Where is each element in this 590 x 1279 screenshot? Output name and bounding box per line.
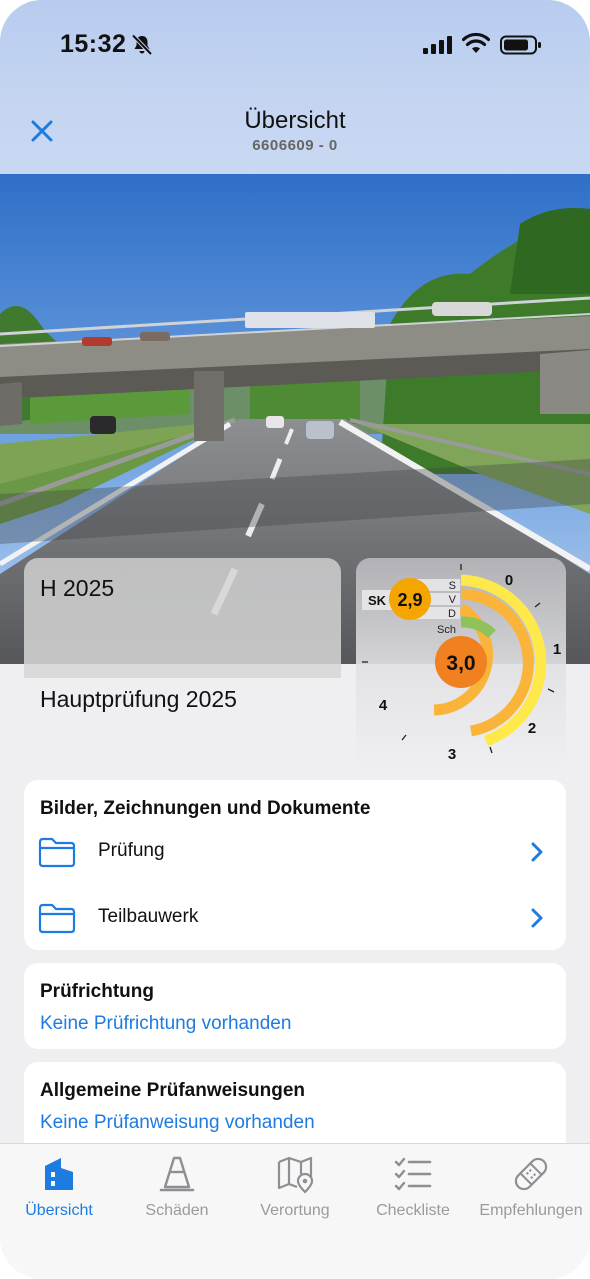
bandage-icon bbox=[514, 1157, 548, 1191]
pruefanweisungen-link[interactable]: Keine Prüfanweisung vorhanden bbox=[40, 1112, 315, 1134]
scale-3: 3 bbox=[448, 746, 456, 763]
ring-label-sch: Sch bbox=[437, 624, 456, 636]
tab-checkliste[interactable]: Checkliste bbox=[354, 1154, 472, 1234]
tab-label: Schäden bbox=[145, 1202, 209, 1219]
battery-icon bbox=[500, 35, 541, 55]
folder-label-pruefung: Prüfung bbox=[98, 840, 165, 861]
tab-label: Empfehlungen bbox=[479, 1202, 583, 1219]
tab-label: Checkliste bbox=[376, 1202, 450, 1219]
documents-title: Bilder, Zeichnungen und Dokumente bbox=[40, 798, 371, 819]
tab-uebersicht[interactable]: Übersicht bbox=[0, 1154, 118, 1234]
tab-bar: Übersicht Schäden Verortung Checkliste E… bbox=[0, 1143, 590, 1279]
ring-label-v: V bbox=[449, 594, 457, 606]
scale-2: 2 bbox=[528, 720, 536, 737]
inspection-card[interactable]: H 2025 Hauptprüfung 2025 bbox=[24, 558, 341, 768]
tab-label: Verortung bbox=[260, 1202, 330, 1219]
scale-4: 4 bbox=[379, 697, 388, 714]
chevron-right-icon bbox=[531, 908, 543, 928]
condition-gauge-card[interactable]: S V D Sch 0 1 2 3 4 SK 2,9 3,0 bbox=[356, 558, 566, 768]
inspection-header: H 2025 bbox=[24, 558, 341, 678]
checklist-icon bbox=[394, 1157, 432, 1191]
pruefrichtung-title: Prüfrichtung bbox=[40, 981, 154, 1002]
ring-label-d: D bbox=[448, 608, 456, 620]
chevron-right-icon bbox=[531, 842, 543, 862]
traffic-cone-icon bbox=[159, 1156, 195, 1192]
folder-icon bbox=[38, 903, 76, 934]
inspection-name: Hauptprüfung 2025 bbox=[40, 686, 237, 712]
scale-0: 0 bbox=[505, 572, 513, 589]
wifi-icon bbox=[462, 32, 490, 53]
app-screen: 15:32 Übersicht 6606609 - 0 H 2025 Haupt… bbox=[0, 0, 590, 1279]
folder-label-teilbauwerk: Teilbauwerk bbox=[98, 906, 199, 927]
page-title: Übersicht bbox=[244, 107, 346, 134]
map-pin-icon bbox=[277, 1156, 314, 1194]
documents-section: Bilder, Zeichnungen und Dokumente Prüfun… bbox=[24, 780, 566, 950]
sk-value: 2,9 bbox=[397, 590, 422, 610]
ring-label-s: S bbox=[449, 580, 456, 592]
inspection-code: H 2025 bbox=[40, 575, 115, 601]
pruefrichtung-section: Prüfrichtung Keine Prüfrichtung vorhande… bbox=[24, 963, 566, 1049]
main-score-value: 3,0 bbox=[446, 652, 475, 675]
tab-empfehlungen[interactable]: Empfehlungen bbox=[472, 1154, 590, 1234]
pruefrichtung-link[interactable]: Keine Prüfrichtung vorhanden bbox=[40, 1013, 291, 1035]
scale-1: 1 bbox=[553, 641, 561, 658]
folder-icon bbox=[38, 837, 76, 868]
bell-muted-icon bbox=[131, 34, 153, 56]
building-icon bbox=[45, 1158, 73, 1190]
nav-header: 15:32 Übersicht 6606609 - 0 bbox=[0, 0, 590, 174]
sk-label: SK bbox=[368, 593, 387, 608]
pruefanweisungen-title: Allgemeine Prüfanweisungen bbox=[40, 1080, 305, 1101]
tab-verortung[interactable]: Verortung bbox=[236, 1154, 354, 1234]
tab-label: Übersicht bbox=[25, 1202, 93, 1219]
page-subtitle: 6606609 - 0 bbox=[252, 137, 338, 154]
status-time: 15:32 bbox=[60, 30, 127, 58]
folder-row-teilbauwerk[interactable]: Teilbauwerk bbox=[24, 890, 566, 950]
signal-icon bbox=[423, 36, 452, 54]
tab-schaeden[interactable]: Schäden bbox=[118, 1154, 236, 1234]
folder-row-pruefung[interactable]: Prüfung bbox=[24, 824, 566, 884]
condition-gauge: S V D Sch 0 1 2 3 4 SK 2,9 3,0 bbox=[362, 564, 561, 763]
